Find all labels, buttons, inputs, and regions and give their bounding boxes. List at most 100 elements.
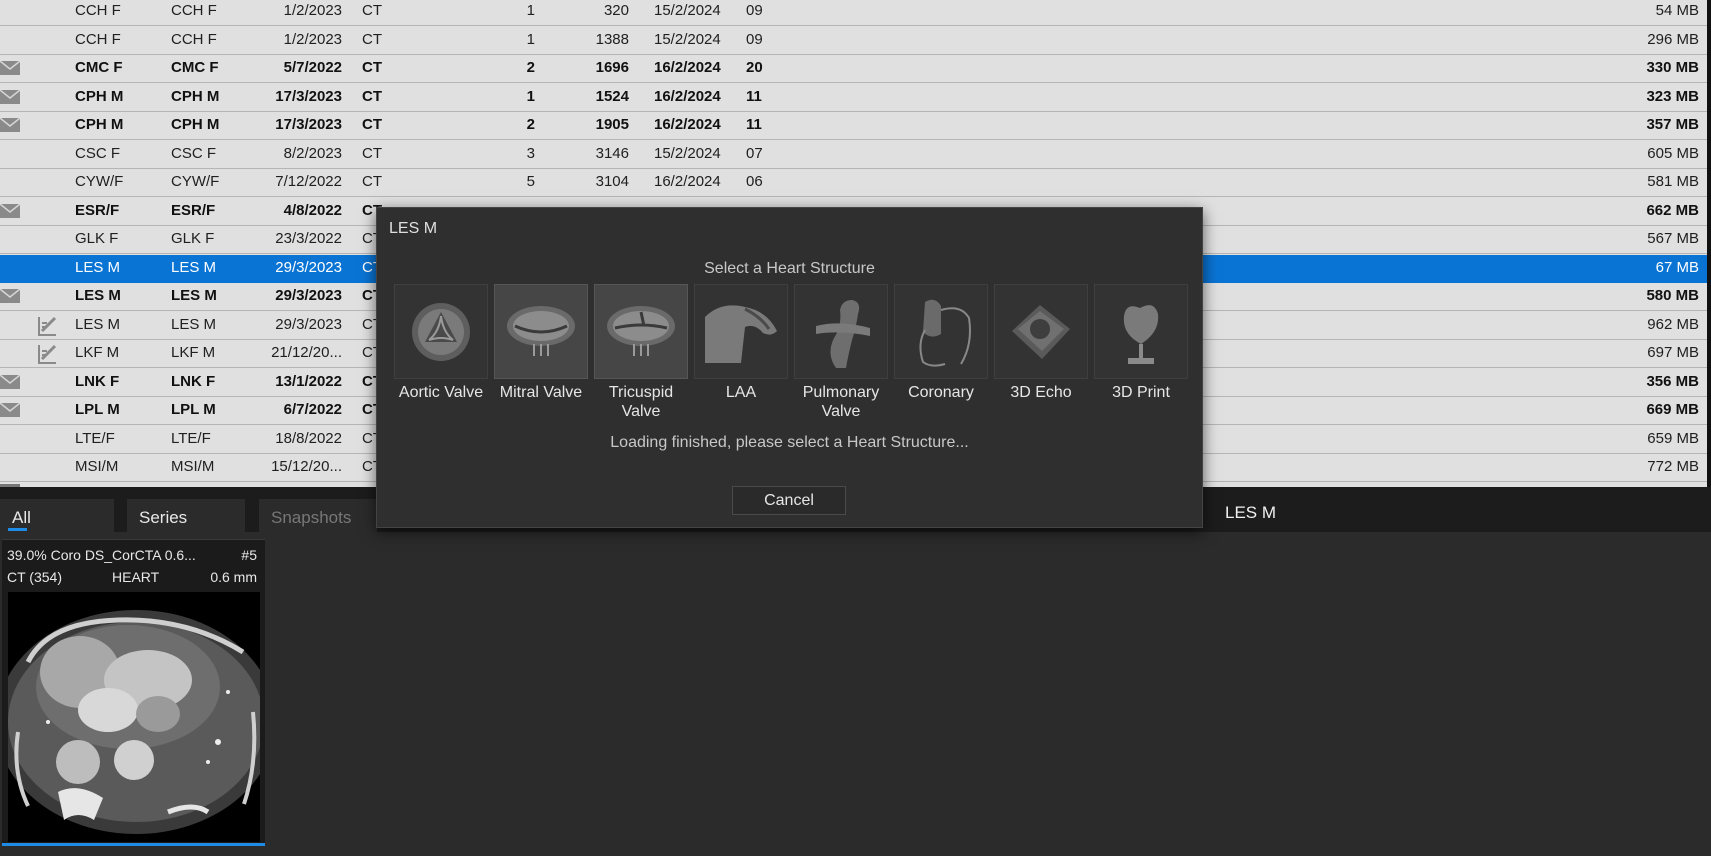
dialog-title: LES M [389, 220, 438, 237]
cell-name: CPH M [75, 116, 124, 133]
cell-name2: ESR/F [171, 201, 216, 219]
cell-modality: CT [362, 144, 382, 162]
cell-modality: CT [362, 173, 382, 190]
cell-n1: 1 [526, 87, 535, 105]
cell-date2: 15/2/2024 [654, 30, 721, 48]
tricuspid-valve-icon [594, 284, 688, 379]
table-row[interactable]: CSC F CSC F 8/2/2023 CT 3 3146 15/2/2024 07 605 … [0, 140, 1707, 169]
cell-size: 605 MB [1647, 144, 1699, 162]
table-row[interactable]: CMC F CMC F 5/7/2022 CT 2 1696 16/2/2024 20 330 … [0, 55, 1707, 83]
series-thumbnail[interactable]: 39.0% Coro DS_CorCTA 0.6... #5 CT (354) … [2, 539, 265, 846]
structure-label: Pulmonary Valve [802, 384, 880, 420]
cell-t: 09 [746, 30, 763, 48]
cell-size: 772 MB [1647, 458, 1699, 475]
structure-3d-print[interactable]: 3D Print [1094, 284, 1188, 402]
cell-name: LES M [75, 315, 121, 333]
cell-modality: CT [362, 87, 382, 105]
cell-modality: CT [362, 2, 382, 19]
structure-pulmonary-valve[interactable]: Pulmonary Valve [794, 284, 888, 421]
cell-n2: 1388 [595, 30, 629, 48]
envelope-icon [0, 402, 21, 417]
cell-size: 357 MB [1646, 116, 1699, 133]
table-row[interactable]: CCH F CCH F 1/2/2023 CT 1 1388 15/2/2024 09 296 … [0, 26, 1707, 55]
cell-size: 330 MB [1646, 59, 1699, 76]
cell-date: 23/3/2022 [275, 230, 342, 247]
cell-name: CMC F [75, 59, 123, 76]
cell-name: CYW/F [75, 173, 124, 190]
cell-size: 323 MB [1646, 87, 1699, 105]
cell-name: LES M [75, 258, 121, 276]
cell-t: 09 [746, 2, 763, 19]
tab-series[interactable]: Series [127, 499, 245, 533]
table-row[interactable]: CYW/F CYW/F 7/12/2022 CT 5 3104 16/2/2024 06 581… [0, 169, 1707, 197]
cell-date: 17/3/2023 [275, 116, 342, 133]
thumbnail-modality: CT (354) [7, 569, 62, 585]
coronary-icon [894, 284, 988, 379]
heart-structure-dialog: LES M Select a Heart Structure Aortic Va… [376, 207, 1203, 528]
cell-name2: CYW/F [171, 173, 220, 190]
structure-tricuspid-valve[interactable]: Tricuspid Valve [594, 284, 688, 421]
cell-size: 567 MB [1647, 230, 1699, 247]
cell-t: 06 [746, 173, 763, 190]
cell-size: 67 MB [1655, 258, 1699, 276]
structure-label: LAA [725, 384, 757, 401]
structure-label: Tricuspid Valve [608, 384, 674, 420]
table-row[interactable]: CCH F CCH F 1/2/2023 CT 1 320 15/2/2024 09 54 MB [0, 0, 1707, 26]
structure-mitral-valve[interactable]: Mitral Valve [494, 284, 588, 402]
cell-date2: 15/2/2024 [654, 144, 721, 162]
cell-name: LKF M [75, 344, 120, 361]
cell-date: 4/8/2022 [283, 201, 342, 219]
structure-label: Coronary [908, 384, 974, 401]
dialog-heading: Select a Heart Structure [704, 260, 875, 277]
cell-date: 15/12/20... [271, 458, 342, 475]
structure-label: 3D Echo [1010, 384, 1072, 401]
structure-coronary[interactable]: Coronary [894, 284, 988, 402]
cell-n1: 1 [526, 30, 535, 48]
cell-name: LES M [75, 287, 121, 304]
cell-n2: 3104 [595, 173, 629, 190]
cell-modality: CT [362, 59, 382, 76]
cell-name: LNK F [75, 372, 120, 390]
cell-name: CPH M [75, 87, 124, 105]
cell-name2: MSI/M [171, 458, 215, 475]
cell-date: 18/8/2022 [275, 429, 342, 447]
structure-aortic-valve[interactable]: Aortic Valve [394, 284, 488, 402]
mitral-valve-icon [494, 284, 588, 379]
table-scrollbar[interactable] [1707, 0, 1711, 487]
cell-n1: 1 [526, 2, 535, 19]
tab-snapshots[interactable]: Snapshots [259, 499, 377, 533]
cell-t: 11 [746, 87, 762, 105]
cell-name2: LES M [171, 258, 217, 276]
cell-modality: CT [362, 116, 382, 133]
cell-n2: 1696 [595, 59, 629, 76]
cell-name2: LNK F [171, 372, 216, 390]
structure-3d-echo[interactable]: 3D Echo [994, 284, 1088, 402]
cell-date2: 16/2/2024 [654, 116, 721, 133]
cell-date: 1/2/2023 [283, 30, 342, 48]
cell-date2: 15/2/2024 [654, 2, 721, 19]
cancel-button[interactable]: Cancel [732, 486, 846, 515]
envelope-icon [0, 60, 21, 75]
cell-size: 697 MB [1647, 344, 1699, 361]
cell-name: LPL M [75, 401, 120, 418]
cell-name2: CSC F [171, 144, 216, 162]
cell-date: 6/7/2022 [283, 401, 342, 418]
envelope-icon [0, 117, 21, 132]
table-row[interactable]: CPH M CPH M 17/3/2023 CT 2 1905 16/2/2024 11 357… [0, 112, 1707, 140]
cell-n1: 2 [526, 59, 535, 76]
cell-n1: 3 [526, 144, 535, 162]
thumbnail-number: #5 [241, 547, 257, 563]
thumbnail-organ: HEART [112, 569, 160, 585]
cell-name: CCH F [75, 30, 121, 48]
tab-all-label: All [12, 508, 31, 527]
cell-n2: 1905 [595, 116, 629, 133]
cell-name2: CPH M [171, 87, 220, 105]
structure-laa[interactable]: LAA [694, 284, 788, 402]
3d-echo-icon [994, 284, 1088, 379]
thumbnail-description: 39.0% Coro DS_CorCTA 0.6... [7, 547, 196, 563]
cell-date: 5/7/2022 [283, 59, 342, 76]
cell-n2: 3146 [595, 144, 629, 162]
table-row[interactable]: CPH M CPH M 17/3/2023 CT 1 1524 16/2/2024 11 323… [0, 83, 1707, 112]
laa-icon [694, 284, 788, 379]
cell-name2: CMC F [171, 59, 219, 76]
